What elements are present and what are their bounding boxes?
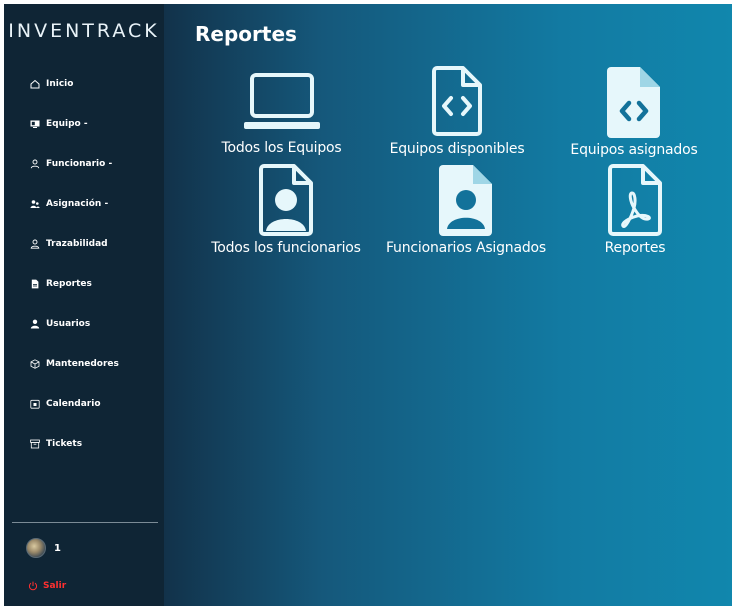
main-content: Reportes Todos los Equipos Equipos dispo… bbox=[164, 4, 732, 606]
card-label: Equipos asignados bbox=[570, 142, 698, 158]
sidebar-item-trazabilidad[interactable]: Trazabilidad bbox=[4, 224, 164, 264]
file-person-outline-icon bbox=[259, 164, 313, 236]
file-icon bbox=[30, 279, 40, 289]
sidebar-item-label: Inicio bbox=[46, 79, 74, 89]
sidebar-item-equipo[interactable]: Equipo - bbox=[4, 104, 164, 144]
sidebar-item-label: Usuarios bbox=[46, 319, 91, 329]
sidebar-item-funcionario[interactable]: Funcionario - bbox=[4, 144, 164, 184]
card-label: Funcionarios Asignados bbox=[385, 240, 547, 256]
sidebar-item-reportes[interactable]: Reportes bbox=[4, 264, 164, 304]
sidebar-item-label: Equipo - bbox=[46, 119, 88, 129]
brand-logo: INVENTRACK bbox=[8, 20, 160, 42]
logout-button[interactable]: Salir bbox=[28, 581, 66, 591]
file-person-filled-icon bbox=[439, 165, 492, 236]
user-name: 1 bbox=[54, 542, 61, 554]
card-equipos-asignados[interactable]: Equipos asignados bbox=[561, 65, 707, 158]
sidebar-item-inicio[interactable]: Inicio bbox=[4, 64, 164, 104]
sidebar-item-label: Mantenedores bbox=[46, 359, 119, 369]
cube-icon bbox=[30, 359, 40, 369]
sidebar-item-calendario[interactable]: Calendario bbox=[4, 384, 164, 424]
sidebar-divider bbox=[12, 522, 158, 523]
sidebar-item-mantenedores[interactable]: Mantenedores bbox=[4, 344, 164, 384]
home-icon bbox=[30, 79, 40, 89]
monitor-icon bbox=[30, 119, 40, 129]
card-reportes[interactable]: Reportes bbox=[575, 163, 695, 256]
sidebar-item-label: Calendario bbox=[46, 399, 101, 409]
power-icon bbox=[28, 581, 38, 591]
avatar bbox=[26, 538, 46, 558]
sidebar: INVENTRACK Inicio Equipo - Funcionario - bbox=[4, 4, 164, 606]
sidebar-item-label: Reportes bbox=[46, 279, 92, 289]
page-title: Reportes bbox=[195, 22, 297, 46]
archive-icon bbox=[30, 439, 40, 449]
card-equipos-disponibles[interactable]: Equipos disponibles bbox=[381, 65, 533, 157]
sidebar-item-usuarios[interactable]: Usuarios bbox=[4, 304, 164, 344]
card-todos-los-funcionarios[interactable]: Todos los funcionarios bbox=[202, 163, 370, 256]
card-label: Equipos disponibles bbox=[389, 141, 525, 157]
laptop-icon bbox=[243, 73, 320, 129]
card-label: Todos los Equipos bbox=[221, 140, 342, 156]
file-code-filled-icon bbox=[607, 67, 660, 138]
sidebar-item-label: Asignación - bbox=[46, 199, 109, 209]
card-funcionarios-asignados[interactable]: Funcionarios Asignados bbox=[373, 163, 559, 256]
user-profile[interactable]: 1 bbox=[26, 538, 61, 558]
card-label: Reportes bbox=[604, 240, 666, 256]
calendar-icon bbox=[30, 399, 40, 409]
user-icon bbox=[30, 159, 40, 169]
person-icon bbox=[30, 319, 40, 329]
app-frame: INVENTRACK Inicio Equipo - Funcionario - bbox=[4, 4, 732, 606]
sidebar-nav: Inicio Equipo - Funcionario - Asignación… bbox=[4, 64, 164, 464]
logout-label: Salir bbox=[43, 581, 67, 591]
user-outline-icon bbox=[30, 239, 40, 249]
sidebar-item-asignacion[interactable]: Asignación - bbox=[4, 184, 164, 224]
sidebar-item-label: Trazabilidad bbox=[46, 239, 108, 249]
file-pdf-icon bbox=[608, 164, 662, 236]
card-label: Todos los funcionarios bbox=[211, 240, 361, 256]
file-code-outline-icon bbox=[432, 66, 482, 136]
sidebar-item-label: Funcionario - bbox=[46, 159, 113, 169]
users-icon bbox=[30, 199, 40, 209]
sidebar-item-tickets[interactable]: Tickets bbox=[4, 424, 164, 464]
card-todos-los-equipos[interactable]: Todos los Equipos bbox=[210, 72, 353, 156]
sidebar-item-label: Tickets bbox=[46, 439, 83, 449]
